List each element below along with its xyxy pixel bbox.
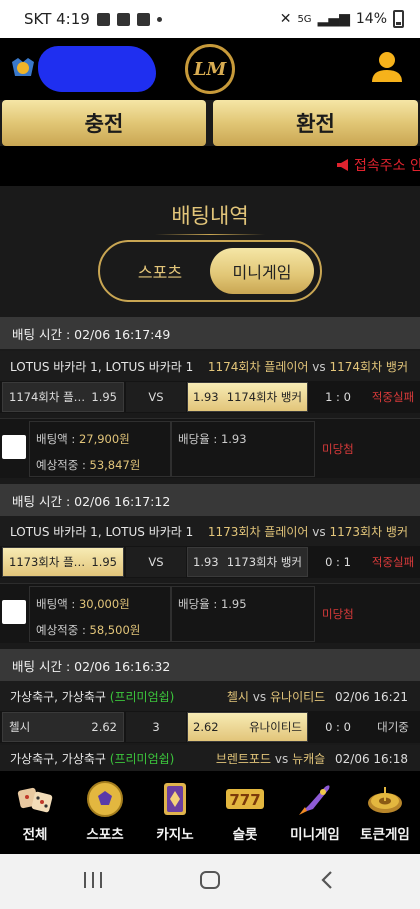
- nav-label: 미니게임: [290, 827, 340, 843]
- match-teams: 1174회차 플레이어 vs 1174회차 뱅커: [207, 359, 408, 374]
- battery-icon: [393, 10, 404, 28]
- match-row: 가상축구, 가상축구 (프리미엄쉽) 브렌트포드 vs 뉴캐슬 02/06 16…: [0, 745, 420, 771]
- bet-time: 배팅 시간 : 02/06 16:17:12: [0, 484, 420, 516]
- dice-icon: [17, 787, 53, 813]
- slot-777-icon: 777: [226, 789, 264, 809]
- bet-time: 배팅 시간 : 02/06 16:17:49: [0, 317, 420, 349]
- header: LM: [0, 38, 420, 100]
- nav-sports[interactable]: 스포츠: [70, 771, 140, 854]
- megaphone-icon: [337, 159, 348, 171]
- notice-text: 접속주소 안: [354, 158, 420, 174]
- score: 0 : 0: [325, 720, 351, 734]
- nav-casino[interactable]: 카지노: [140, 771, 210, 854]
- select-checkbox[interactable]: [2, 600, 26, 624]
- nav-label: 카지노: [156, 827, 194, 843]
- home-icon[interactable]: [200, 871, 220, 889]
- notice-bar: 접속주소 안: [0, 146, 420, 186]
- tab-sports[interactable]: 스포츠: [108, 248, 212, 294]
- carrier-time: SKT 4:19: [24, 10, 90, 28]
- odds-row: 첼시 2.62 3 2.62 유나이티드 0 : 0 대기중: [0, 711, 420, 743]
- soccer-ball-icon: [87, 781, 123, 817]
- gallery-icon: [96, 12, 110, 26]
- odds-row: 1173회차 플레… 1.95 VS 1.93 1173회차 뱅커 0 : 1 적중…: [0, 546, 420, 578]
- nav-label: 전체: [22, 827, 48, 843]
- mute-icon: ✕: [279, 11, 292, 27]
- rate-box: 배당율 : 1.93: [171, 421, 315, 477]
- signal-icon: ▂▄▆: [317, 11, 350, 27]
- bet-detail: 배팅액 : 27,900원 예상적중 : 53,847원 배당율 : 1.93 …: [0, 418, 420, 478]
- game-name: 가상축구, 가상축구 (프리미엄쉽): [10, 751, 175, 766]
- away-pick[interactable]: 1.93 1173회차 뱅커: [187, 547, 308, 577]
- tab-minigame[interactable]: 미니게임: [210, 248, 314, 294]
- redacted-username: [38, 46, 156, 92]
- select-checkbox[interactable]: [2, 435, 26, 459]
- bet-detail: 배팅액 : 30,000원 예상적중 : 58,500원 배당율 : 1.95 …: [0, 583, 420, 643]
- match-row: LOTUS 바카라 1, LOTUS 바카라 1 1174회차 플레이어 vs …: [0, 351, 420, 381]
- result-status: 적중실패: [371, 390, 415, 404]
- tab-switch: 스포츠 미니게임: [98, 240, 322, 302]
- back-icon[interactable]: [320, 870, 334, 890]
- away-pick-selected[interactable]: 2.62 유나이티드: [187, 712, 308, 742]
- score: 1 : 0: [325, 390, 351, 404]
- battery-level: 14%: [355, 11, 387, 27]
- match-teams: 브렌트포드 vs 뉴캐슬 02/06 16:18: [215, 751, 408, 766]
- title-divider: [155, 234, 265, 235]
- result-status: 대기중: [377, 720, 409, 734]
- nav-label: 토큰게임: [360, 827, 410, 843]
- bet-rate: 배당율 : 1.95: [178, 597, 247, 611]
- amount-box: 배팅액 : 30,000원 예상적중 : 58,500원: [29, 586, 171, 642]
- bet-rate: 배당율 : 1.93: [178, 432, 247, 446]
- nav-all[interactable]: 전체: [0, 771, 70, 854]
- win-status: 미당첨: [322, 607, 354, 621]
- draw-pick[interactable]: VS: [126, 382, 186, 412]
- home-pick[interactable]: 1174회차 플레… 1.95: [2, 382, 124, 412]
- game-name: LOTUS 바카라 1, LOTUS 바카라 1: [10, 359, 194, 374]
- score: 0 : 1: [325, 555, 351, 569]
- win-status: 미당첨: [322, 442, 354, 456]
- draw-pick[interactable]: 3: [126, 712, 186, 742]
- status-bar: SKT 4:19 ✕ 5G ▂▄▆ 14%: [0, 0, 420, 38]
- roulette-icon: [368, 787, 402, 813]
- game-name: 가상축구, 가상축구 (프리미엄쉽): [10, 689, 175, 704]
- home-pick[interactable]: 첼시 2.62: [2, 712, 124, 742]
- expected-win: 예상적중 : 58,500원: [36, 623, 141, 637]
- home-pick-selected[interactable]: 1173회차 플레… 1.95: [2, 547, 124, 577]
- page-title: 배팅내역: [171, 204, 249, 228]
- site-logo[interactable]: LM: [185, 44, 235, 94]
- expected-win: 예상적중 : 53,847원: [36, 458, 141, 472]
- more-notifications-icon: [156, 16, 162, 22]
- match-teams: 첼시 vs 유나이티드 02/06 16:21: [226, 689, 408, 704]
- bet-amount: 배팅액 : 30,000원: [36, 597, 130, 611]
- exchange-button[interactable]: 환전: [213, 100, 418, 146]
- odds-row: 1174회차 플레… 1.95 VS 1.93 1174회차 뱅커 1 : 0 적중…: [0, 381, 420, 413]
- nav-label: 스포츠: [86, 827, 124, 843]
- match-row: LOTUS 바카라 1, LOTUS 바카라 1 1173회차 플레이어 vs …: [0, 516, 420, 546]
- result-status: 적중실패: [371, 555, 415, 569]
- amount-box: 배팅액 : 27,900원 예상적중 : 53,847원: [29, 421, 171, 477]
- bet-amount: 배팅액 : 27,900원: [36, 432, 130, 446]
- rate-box: 배당율 : 1.95: [171, 586, 315, 642]
- bottom-nav: 전체 스포츠 카지노 777 슬롯 미니게임 토큰게임: [0, 771, 420, 854]
- cards-icon: [164, 783, 186, 815]
- alert-icon: [136, 12, 150, 26]
- user-icon[interactable]: [370, 50, 404, 84]
- away-pick-selected[interactable]: 1.93 1174회차 뱅커: [187, 382, 308, 412]
- draw-pick[interactable]: VS: [126, 547, 186, 577]
- charge-button[interactable]: 충전: [2, 100, 206, 146]
- nav-slot[interactable]: 777 슬롯: [210, 771, 280, 854]
- match-row: 가상축구, 가상축구 (프리미엄쉽) 첼시 vs 유나이티드 02/06 16:…: [0, 681, 420, 711]
- nav-token-game[interactable]: 토큰게임: [350, 771, 420, 854]
- game-icon: [116, 12, 130, 26]
- network-type: 5G: [297, 13, 312, 25]
- game-name: LOTUS 바카라 1, LOTUS 바카라 1: [10, 524, 194, 539]
- nav-label: 슬롯: [232, 827, 258, 843]
- nav-minigame[interactable]: 미니게임: [280, 771, 350, 854]
- rank-badge-icon: [12, 58, 34, 76]
- system-nav-bar: [0, 854, 420, 909]
- recents-icon[interactable]: [84, 872, 102, 888]
- match-teams: 1173회차 플레이어 vs 1173회차 뱅커: [207, 524, 408, 539]
- rocket-icon: [299, 785, 330, 815]
- bet-time: 배팅 시간 : 02/06 16:16:32: [0, 649, 420, 681]
- svg-text:777: 777: [229, 791, 260, 809]
